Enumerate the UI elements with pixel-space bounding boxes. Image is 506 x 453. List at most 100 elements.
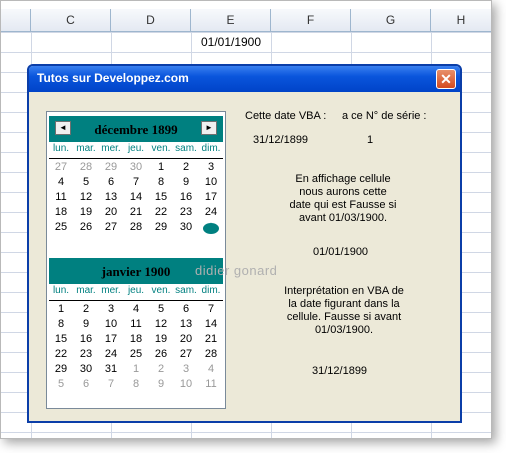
calendar-day[interactable]: 21 (124, 206, 148, 218)
calendar-day[interactable]: 29 (99, 161, 123, 173)
day-of-week-label: jeu. (127, 143, 145, 154)
calendar-day[interactable]: 6 (174, 303, 198, 315)
calendar-day[interactable]: 28 (124, 221, 148, 233)
calendar-day[interactable]: 2 (149, 363, 173, 375)
calendar-day[interactable]: 21 (199, 333, 223, 345)
calendar-day-selected[interactable]: 31 (203, 223, 219, 234)
calendar-day[interactable]: 9 (74, 318, 98, 330)
close-button[interactable]: ✕ (436, 69, 456, 89)
calendar-day[interactable]: 15 (149, 191, 173, 203)
row-header-corner[interactable] (1, 9, 31, 31)
calendar-day[interactable]: 5 (49, 378, 73, 390)
calendar-day[interactable]: 30 (74, 363, 98, 375)
calendar-day[interactable]: 20 (99, 206, 123, 218)
column-header-g[interactable]: G (351, 9, 431, 31)
column-header-c[interactable]: C (31, 9, 111, 31)
calendar-day[interactable]: 11 (49, 191, 73, 203)
calendar-day[interactable]: 23 (74, 348, 98, 360)
calendar-day[interactable]: 7 (124, 176, 148, 188)
calendar-day[interactable]: 8 (124, 378, 148, 390)
calendar-day[interactable]: 1 (124, 363, 148, 375)
calendar-month-1: ◄ décembre 1899 ► lun. mar. mer. jeu. ven. sa… (49, 116, 223, 236)
calendar-day[interactable]: 16 (74, 333, 98, 345)
calendar-day[interactable]: 12 (149, 318, 173, 330)
calendar-day[interactable]: 27 (49, 161, 73, 173)
calendar-day[interactable]: 29 (149, 221, 173, 233)
calendar-day[interactable]: 5 (74, 176, 98, 188)
calendar-day[interactable]: 4 (124, 303, 148, 315)
calendar-day[interactable]: 7 (199, 303, 223, 315)
calendar-day[interactable]: 6 (99, 176, 123, 188)
cell-e1[interactable]: 01/01/1900 (191, 32, 271, 52)
column-header-h[interactable]: H (431, 9, 491, 31)
day-of-week-label: sam. (175, 285, 197, 296)
calendar-day[interactable]: 17 (199, 191, 223, 203)
calendar-day[interactable]: 4 (49, 176, 73, 188)
calendar-day[interactable]: 24 (99, 348, 123, 360)
calendar-day[interactable]: 16 (174, 191, 198, 203)
calendar-day[interactable]: 4 (199, 363, 223, 375)
calendar-day[interactable]: 24 (199, 206, 223, 218)
calendar-day[interactable]: 11 (199, 378, 223, 390)
calendar-day[interactable]: 15 (49, 333, 73, 345)
calendar-day[interactable]: 9 (174, 176, 198, 188)
calendar-day[interactable]: 17 (99, 333, 123, 345)
calendar-day[interactable]: 9 (149, 378, 173, 390)
calendar-week-row: 18 19 20 21 22 23 24 (49, 206, 223, 221)
calendar-day[interactable]: 2 (74, 303, 98, 315)
calendar-day[interactable]: 13 (99, 191, 123, 203)
calendar-day[interactable]: 26 (74, 221, 98, 233)
calendar-day[interactable]: 20 (174, 333, 198, 345)
calendar-day[interactable]: 10 (174, 378, 198, 390)
calendar-day[interactable]: 22 (149, 206, 173, 218)
calendar-day[interactable]: 7 (99, 378, 123, 390)
day-of-week-row: lun. mar. mer. jeu. ven. sam. dim. (49, 284, 223, 301)
calendar-week-row: 15 16 17 18 19 20 21 (49, 333, 223, 348)
calendar-day[interactable]: 25 (49, 221, 73, 233)
calendar-day[interactable]: 19 (74, 206, 98, 218)
calendar-control[interactable]: ◄ décembre 1899 ► lun. mar. mer. jeu. ven. sa… (46, 111, 226, 409)
calendar-day[interactable]: 23 (174, 206, 198, 218)
calendar-day[interactable]: 26 (149, 348, 173, 360)
calendar-day[interactable]: 10 (199, 176, 223, 188)
calendar-day[interactable]: 3 (199, 161, 223, 173)
calendar-day[interactable]: 18 (49, 206, 73, 218)
calendar-day[interactable]: 2 (174, 161, 198, 173)
calendar-day[interactable]: 29 (49, 363, 73, 375)
calendar-day[interactable]: 22 (49, 348, 73, 360)
calendar-week-row: 11 12 13 14 15 16 17 (49, 191, 223, 206)
calendar-day[interactable]: 18 (124, 333, 148, 345)
calendar-day[interactable]: 6 (74, 378, 98, 390)
calendar-day[interactable]: 31 (99, 363, 123, 375)
calendar-day[interactable]: 5 (149, 303, 173, 315)
calendar-day[interactable]: 28 (74, 161, 98, 173)
calendar-day[interactable]: 3 (174, 363, 198, 375)
next-month-button[interactable]: ► (201, 121, 217, 135)
calendar-weeks: 27 28 29 30 1 2 3 4 5 6 7 8 9 10 11 12 13 14 15 16 17 18 19 20 2… (49, 159, 223, 236)
calendar-day[interactable]: 27 (174, 348, 198, 360)
calendar-header: ◄ décembre 1899 ► (49, 116, 223, 142)
column-header-f[interactable]: F (271, 9, 351, 31)
calendar-day[interactable]: 25 (124, 348, 148, 360)
calendar-day[interactable]: 30 (124, 161, 148, 173)
calendar-day[interactable]: 14 (199, 318, 223, 330)
calendar-day[interactable]: 1 (49, 303, 73, 315)
calendar-day[interactable]: 27 (99, 221, 123, 233)
dialog-titlebar[interactable]: Tutos sur Developpez.com ✕ (29, 66, 460, 92)
calendar-day[interactable]: 19 (149, 333, 173, 345)
calendar-day[interactable]: 11 (124, 318, 148, 330)
calendar-day[interactable]: 14 (124, 191, 148, 203)
column-header-e[interactable]: E (191, 9, 271, 31)
calendar-day[interactable]: 30 (174, 221, 198, 233)
calendar-day[interactable]: 3 (99, 303, 123, 315)
calendar-day[interactable]: 1 (149, 161, 173, 173)
vba-interpretation-value: 31/12/1899 (312, 365, 368, 377)
calendar-day[interactable]: 8 (149, 176, 173, 188)
calendar-day[interactable]: 28 (199, 348, 223, 360)
calendar-day[interactable]: 10 (99, 318, 123, 330)
month-title: décembre 1899 (94, 122, 178, 137)
column-header-d[interactable]: D (111, 9, 191, 31)
calendar-day[interactable]: 8 (49, 318, 73, 330)
calendar-day[interactable]: 12 (74, 191, 98, 203)
calendar-day[interactable]: 13 (174, 318, 198, 330)
